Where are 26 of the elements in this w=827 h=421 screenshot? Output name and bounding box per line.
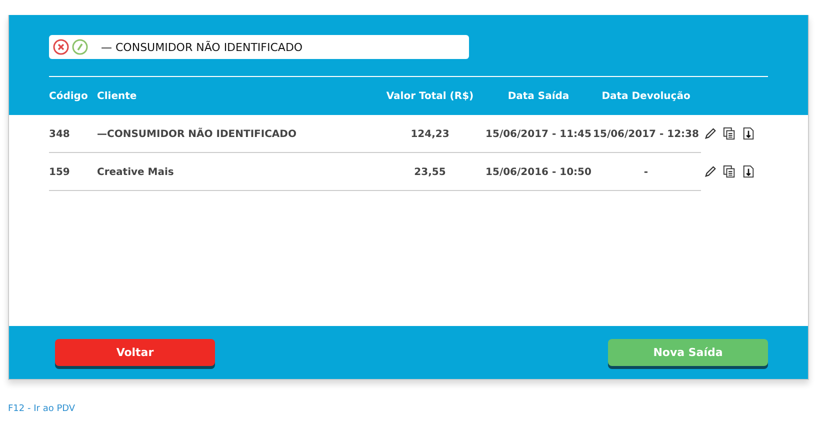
download-icon[interactable] xyxy=(742,127,755,140)
table-cell: 15/06/2016 - 10:50 xyxy=(485,166,592,178)
table-cell-text: Creative Mais xyxy=(97,166,175,178)
shortcut-hint: F12 - Ir ao PDV xyxy=(8,404,76,414)
table-cell-text: 124,23 xyxy=(410,128,450,140)
table-cell-text: 23,55 xyxy=(413,166,447,178)
clear-icon[interactable] xyxy=(53,39,69,55)
action-button[interactable]: Nova Saída xyxy=(608,339,768,366)
action-button[interactable]: Voltar xyxy=(55,339,215,366)
table-cell: 15/06/2017 - 11:45 xyxy=(485,128,592,140)
column-header: Data Devolução xyxy=(600,90,692,102)
table-cell-text: 348 xyxy=(49,128,71,140)
table-cell-text: —CONSUMIDOR NÃO IDENTIFICADO xyxy=(97,128,298,140)
copy-icon[interactable] xyxy=(723,165,736,178)
download-icon[interactable] xyxy=(742,165,755,178)
table-cell-text: - xyxy=(642,166,650,178)
pencil-icon[interactable] xyxy=(704,165,717,178)
copy-icon[interactable] xyxy=(723,127,736,140)
customer-field[interactable]: — CONSUMIDOR NÃO IDENTIFICADO xyxy=(49,35,469,59)
column-header: Data Saída xyxy=(506,90,570,102)
pencil-icon[interactable] xyxy=(704,127,717,140)
table-cell: 15/06/2017 - 12:38 xyxy=(592,128,700,140)
column-header: Valor Total (R$) xyxy=(385,90,475,102)
table-cell-text: 159 xyxy=(49,166,71,178)
column-header: Código xyxy=(49,90,89,102)
column-header: Cliente xyxy=(97,90,138,102)
